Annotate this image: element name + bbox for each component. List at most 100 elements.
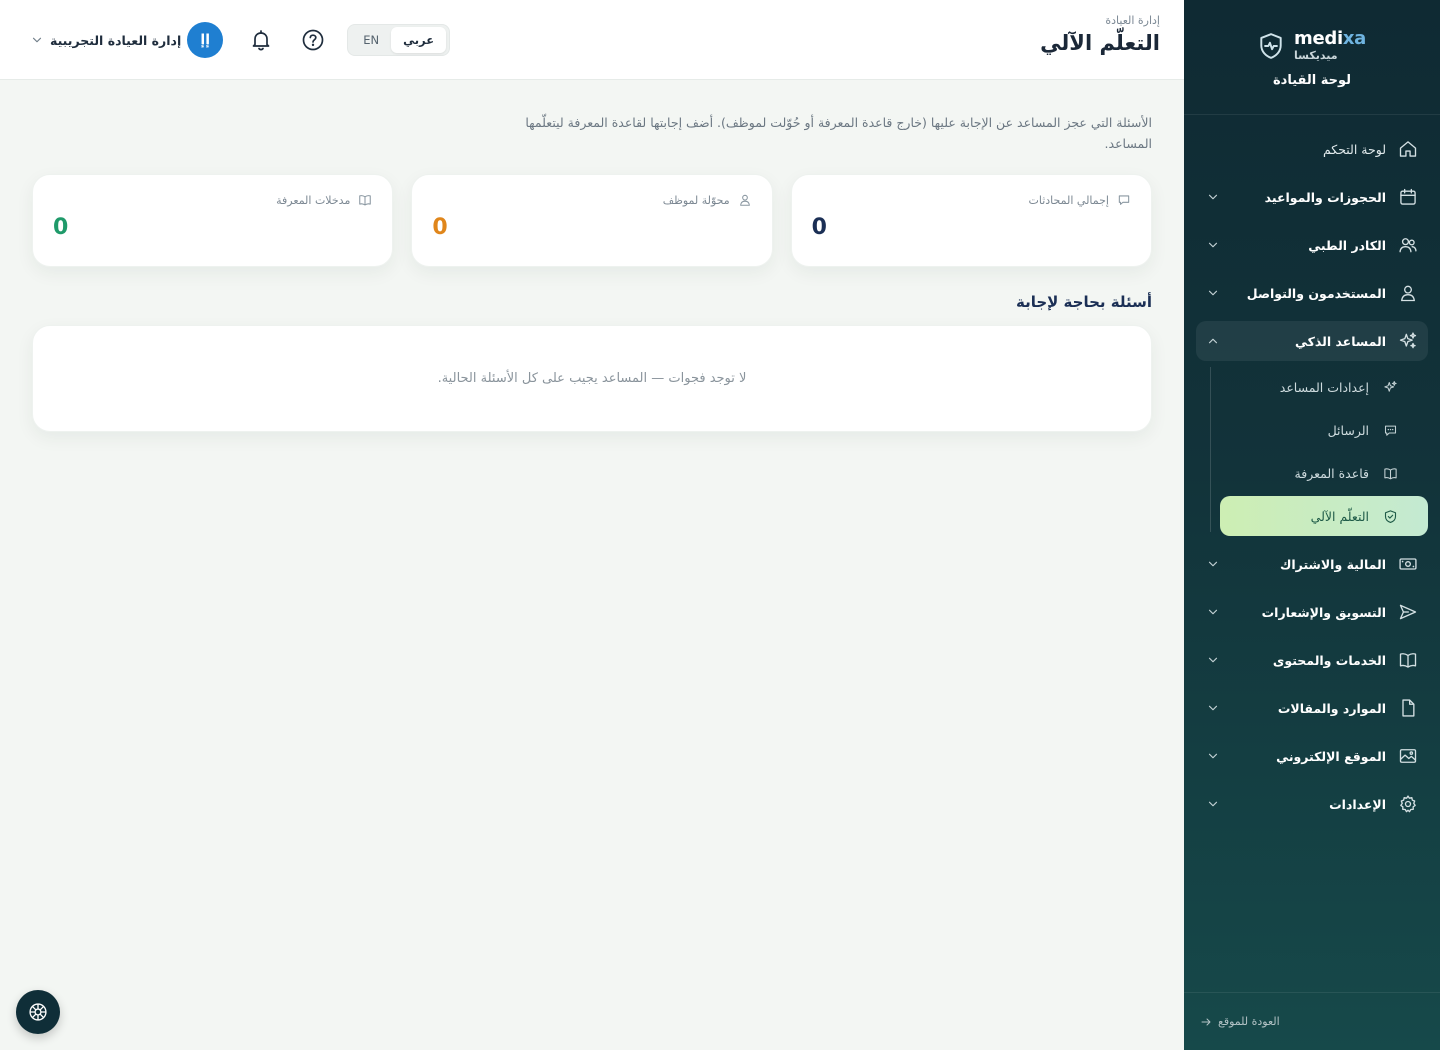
stat-value: 0 <box>432 215 448 240</box>
sidebar-item-website[interactable]: الموقع الإلكتروني <box>1196 736 1428 776</box>
sidebar-item-bookings[interactable]: الحجوزات والمواعيد <box>1196 177 1428 217</box>
sidebar-subitem-label: الرسائل <box>1327 422 1369 438</box>
main-content: الأسئلة التي عجز المساعد عن الإجابة عليه… <box>32 80 1152 432</box>
sidebar-item-label: الموقع الإلكتروني <box>1276 748 1386 764</box>
users-icon <box>1398 235 1418 255</box>
sidebar-item-ai-assistant[interactable]: المساعد الذكي <box>1196 321 1428 361</box>
sidebar-item-resources[interactable]: الموارد والمقالات <box>1196 688 1428 728</box>
chevron-down-icon <box>30 33 44 47</box>
help-button[interactable] <box>299 26 327 54</box>
stat-card-total-conversations: إجمالي المحادثات 0 <box>790 174 1152 267</box>
money-icon <box>1398 554 1418 574</box>
send-icon <box>1398 602 1418 622</box>
header-tools: إدارة العيادة التجريبية إإ EN عربي <box>30 22 451 58</box>
brand-name-ar: ميديكسا <box>1294 49 1338 62</box>
stat-card-transferred-to-staff: محوّلة لموظف 0 <box>411 174 773 267</box>
page-description: الأسئلة التي عجز المساعد عن الإجابة عليه… <box>525 115 1152 151</box>
chevron-down-icon <box>1206 238 1220 252</box>
chevron-down-icon <box>1206 286 1220 300</box>
gear-icon <box>1398 794 1418 814</box>
arrow-right-icon <box>1200 1016 1212 1028</box>
lang-ar-button[interactable]: عربي <box>391 27 447 53</box>
chevron-down-icon <box>1206 749 1220 763</box>
sidebar-item-marketing[interactable]: التسويق والإشعارات <box>1196 592 1428 632</box>
sidebar: medixa ميديكسا لوحة القيادة لوحة التحكم … <box>1184 0 1440 1050</box>
sidebar-item-settings[interactable]: الإعدادات <box>1196 784 1428 824</box>
brand-subtitle: لوحة القيادة <box>1272 73 1352 88</box>
sidebar-item-label: الحجوزات والمواعيد <box>1264 189 1386 205</box>
sidebar-item-dashboard[interactable]: لوحة التحكم <box>1196 129 1428 169</box>
avatar: إإ <box>187 22 224 58</box>
home-icon <box>1398 139 1418 159</box>
sidebar-item-label: الموارد والمقالات <box>1277 700 1386 716</box>
sidebar-subitem-machine-learning[interactable]: التعلّم الآلي <box>1220 496 1428 536</box>
bell-icon <box>249 28 273 52</box>
top-header: إدارة العيادة التعلّم الآلي إدارة العياد… <box>0 0 1184 80</box>
chevron-up-icon <box>1206 334 1220 348</box>
stat-value: 0 <box>53 215 69 240</box>
sidebar-item-label: الخدمات والمحتوى <box>1272 652 1386 668</box>
sidebar-item-label: الإعدادات <box>1329 796 1386 812</box>
header-title-block: إدارة العيادة التعلّم الآلي <box>1040 14 1160 55</box>
empty-state-message: لا توجد فجوات — المساعد يجيب على كل الأس… <box>437 371 747 386</box>
brand-name: medixa <box>1294 28 1366 49</box>
lang-en-button[interactable]: EN <box>351 27 391 53</box>
chat-icon <box>1117 193 1131 207</box>
book-icon <box>1383 466 1398 481</box>
sidebar-item-label: لوحة التحكم <box>1322 141 1386 157</box>
breadcrumb[interactable]: إدارة العيادة <box>1040 14 1160 27</box>
language-toggle: EN عربي <box>347 24 451 56</box>
brand: medixa ميديكسا لوحة القيادة <box>1184 0 1440 115</box>
sidebar-item-users[interactable]: المستخدمون والتواصل <box>1196 273 1428 313</box>
stat-value: 0 <box>811 215 827 240</box>
book-icon <box>358 193 372 207</box>
user-name: إدارة العيادة التجريبية <box>50 32 182 48</box>
back-to-site-link[interactable]: العودة للموقع <box>1200 1015 1280 1028</box>
chevron-down-icon <box>1206 701 1220 715</box>
section-title: أسئلة بحاجة لإجابة <box>1015 293 1152 311</box>
sidebar-item-label: التسويق والإشعارات <box>1261 604 1386 620</box>
image-icon <box>1398 746 1418 766</box>
sidebar-nav: لوحة التحكم الحجوزات والمواعيد الكادر ال… <box>1184 115 1440 824</box>
stat-label: إجمالي المحادثات <box>1028 193 1109 207</box>
sidebar-subitem-label: إعدادات المساعد <box>1279 379 1369 395</box>
chevron-down-icon <box>1206 653 1220 667</box>
chat-icon <box>1383 423 1398 438</box>
sidebar-subitem-label: التعلّم الآلي <box>1310 508 1369 524</box>
page-title: التعلّم الآلي <box>1040 31 1160 55</box>
accessibility-button[interactable] <box>16 990 60 1034</box>
chevron-down-icon <box>1206 605 1220 619</box>
sidebar-subitem-messages[interactable]: الرسائل <box>1220 410 1428 450</box>
back-to-site-label: العودة للموقع <box>1218 1015 1280 1028</box>
ai-assistant-submenu: إعدادات المساعد الرسائل قاعدة المعرفة ال… <box>1196 367 1428 536</box>
file-icon <box>1398 698 1418 718</box>
stat-card-knowledge-entries: مدخلات المعرفة 0 <box>32 174 394 267</box>
notifications-button[interactable] <box>247 26 275 54</box>
brand-logo[interactable]: medixa ميديكسا <box>1258 30 1366 61</box>
sidebar-footer: العودة للموقع <box>1184 992 1440 1050</box>
chevron-down-icon <box>1206 557 1220 571</box>
shield-pulse-icon <box>1258 32 1284 60</box>
sidebar-item-services[interactable]: الخدمات والمحتوى <box>1196 640 1428 680</box>
empty-state-card: لا توجد فجوات — المساعد يجيب على كل الأس… <box>32 325 1152 432</box>
accessibility-icon <box>28 1002 48 1022</box>
calendar-icon <box>1398 187 1418 207</box>
stat-label: مدخلات المعرفة <box>276 193 351 207</box>
sidebar-subitem-knowledge-base[interactable]: قاعدة المعرفة <box>1220 453 1428 493</box>
sidebar-subitem-label: قاعدة المعرفة <box>1294 465 1369 481</box>
sidebar-subitem-assistant-settings[interactable]: إعدادات المساعد <box>1220 367 1428 407</box>
sidebar-item-label: المساعد الذكي <box>1295 333 1386 349</box>
stat-label: محوّلة لموظف <box>662 193 730 207</box>
stats-row: إجمالي المحادثات 0 محوّلة لموظف 0 مدخلات… <box>32 174 1152 267</box>
sidebar-item-finance[interactable]: المالية والاشتراك <box>1196 544 1428 584</box>
user-menu[interactable]: إدارة العيادة التجريبية إإ <box>30 22 224 58</box>
chevron-down-icon <box>1206 190 1220 204</box>
help-circle-icon <box>301 28 325 52</box>
chevron-down-icon <box>1206 797 1220 811</box>
sparkles-icon <box>1398 331 1418 351</box>
shield-check-icon <box>1383 509 1398 524</box>
sidebar-item-label: المالية والاشتراك <box>1279 556 1386 572</box>
user-icon <box>1398 283 1418 303</box>
book-open-icon <box>1398 650 1418 670</box>
sidebar-item-medical-staff[interactable]: الكادر الطبي <box>1196 225 1428 265</box>
